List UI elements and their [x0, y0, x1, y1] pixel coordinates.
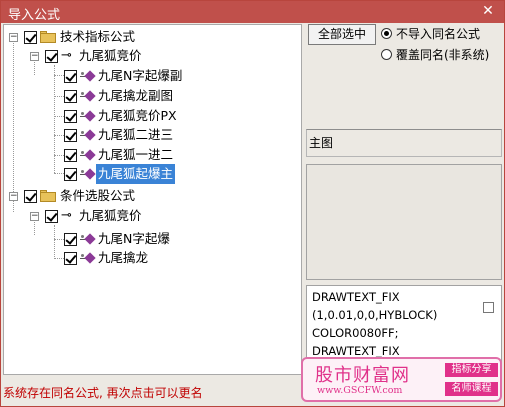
- tree-group-screening[interactable]: − 条件选股公式: [4, 186, 294, 206]
- tree-leaf[interactable]: 九尾狐一进二: [4, 145, 294, 165]
- code-line: COLOR0080FF;: [312, 326, 399, 340]
- leaf-checkbox[interactable]: [64, 233, 77, 246]
- radio-skip-same-name[interactable]: [381, 28, 392, 39]
- status-message: 系统存在同名公式, 再次点击可以更名: [3, 386, 203, 400]
- formula-icon: [80, 251, 96, 265]
- formula-icon: [80, 89, 96, 103]
- tree-leaf-selected[interactable]: 九尾狐起爆主: [4, 164, 294, 184]
- radio-skip-label[interactable]: 不导入同名公式: [396, 25, 480, 42]
- watermark-title: 股市财富网: [315, 365, 410, 386]
- tree-leaf-label: 九尾狐二进三: [98, 127, 174, 142]
- tree-leaf[interactable]: 九尾擒龙: [4, 248, 294, 268]
- tree-leaf[interactable]: 九尾N字起爆: [4, 229, 294, 249]
- group-checkbox[interactable]: [24, 31, 37, 44]
- leaf-checkbox[interactable]: [64, 252, 77, 265]
- select-all-button[interactable]: 全部选中: [308, 24, 376, 45]
- tree-group-indicators[interactable]: − 技术指标公式: [4, 27, 294, 47]
- window-title: 导入公式: [8, 8, 61, 23]
- scrollbar-indicator[interactable]: [483, 302, 494, 313]
- tree-leaf-label: 九尾N字起爆: [98, 231, 170, 246]
- formula-preview: [306, 164, 502, 280]
- group-checkbox[interactable]: [24, 190, 37, 203]
- tree-leaf[interactable]: 九尾狐二进三: [4, 125, 294, 145]
- formula-tree[interactable]: − 技术指标公式 − ⊸ 九尾狐竞价 九尾N字起爆副 九尾擒龙副图 九尾狐竞价P…: [3, 24, 302, 375]
- formula-icon: [80, 148, 96, 162]
- formula-icon: [80, 69, 96, 83]
- code-line: (1,0.01,0,0,HYBLOCK): [312, 308, 438, 322]
- watermark-url: www.GSCFW.com: [317, 385, 403, 396]
- tree-subgroup-jiuweihu[interactable]: − ⊸ 九尾狐竞价: [4, 46, 294, 66]
- tree-leaf-label: 九尾狐竞价PX: [98, 108, 177, 123]
- tree-leaf-label: 九尾N字起爆副: [98, 68, 183, 83]
- tree-subgroup-label: 九尾狐竞价: [79, 48, 142, 63]
- collapse-icon[interactable]: −: [30, 212, 39, 221]
- tree-leaf[interactable]: 九尾N字起爆副: [4, 66, 294, 86]
- watermark-logo: 股市财富网 www.GSCFW.com 指标分享 名师课程: [301, 357, 502, 402]
- key-icon: ⊸: [61, 48, 72, 63]
- options-panel: 全部选中 不导入同名公式 覆盖同名(非系统) 主图 DRAWTEXT_FIX (…: [306, 24, 504, 384]
- leaf-checkbox[interactable]: [64, 70, 77, 83]
- chart-type-box: 主图: [306, 129, 502, 157]
- collapse-icon[interactable]: −: [9, 33, 18, 42]
- leaf-checkbox[interactable]: [64, 90, 77, 103]
- tree-leaf-label: 九尾擒龙副图: [98, 88, 174, 103]
- collapse-icon[interactable]: −: [30, 52, 39, 61]
- watermark-tag: 指标分享: [445, 363, 498, 377]
- tree-leaf-label: 九尾狐起爆主: [96, 164, 176, 184]
- formula-icon: [80, 232, 96, 246]
- folder-icon: [40, 31, 56, 43]
- tree-subgroup-jiuweihu[interactable]: − ⊸ 九尾狐竞价: [4, 206, 294, 226]
- tree-leaf[interactable]: 九尾擒龙副图: [4, 86, 294, 106]
- formula-icon: [80, 109, 96, 123]
- title-bar: 导入公式 ✕: [1, 1, 504, 23]
- leaf-checkbox[interactable]: [64, 110, 77, 123]
- tree-subgroup-label: 九尾狐竞价: [79, 208, 142, 223]
- watermark-tag: 名师课程: [445, 382, 498, 396]
- collapse-icon[interactable]: −: [9, 192, 18, 201]
- subgroup-checkbox[interactable]: [45, 210, 58, 223]
- tree-leaf[interactable]: 九尾狐竞价PX: [4, 106, 294, 126]
- folder-icon: [40, 190, 56, 202]
- tree-leaf-label: 九尾擒龙: [98, 250, 149, 265]
- leaf-checkbox[interactable]: [64, 149, 77, 162]
- key-icon: ⊸: [61, 208, 72, 223]
- tree-group-label: 技术指标公式: [60, 29, 136, 44]
- import-formula-dialog: 导入公式 ✕ − 技术指标公式 − ⊸ 九尾狐竞价 九尾N字起爆副 九尾擒龙副图…: [0, 0, 505, 407]
- close-icon[interactable]: ✕: [480, 2, 496, 20]
- code-line: DRAWTEXT_FIX: [312, 290, 400, 304]
- code-line: DRAWTEXT_FIX: [312, 344, 400, 358]
- formula-icon: [80, 167, 96, 181]
- chart-type-label: 主图: [309, 136, 334, 150]
- leaf-checkbox[interactable]: [64, 129, 77, 142]
- tree-leaf-label: 九尾狐一进二: [98, 147, 174, 162]
- radio-overwrite-same-name[interactable]: [381, 49, 392, 60]
- subgroup-checkbox[interactable]: [45, 50, 58, 63]
- radio-overwrite-label[interactable]: 覆盖同名(非系统): [396, 46, 489, 63]
- leaf-checkbox[interactable]: [64, 168, 77, 181]
- tree-group-label: 条件选股公式: [60, 188, 136, 203]
- formula-icon: [80, 128, 96, 142]
